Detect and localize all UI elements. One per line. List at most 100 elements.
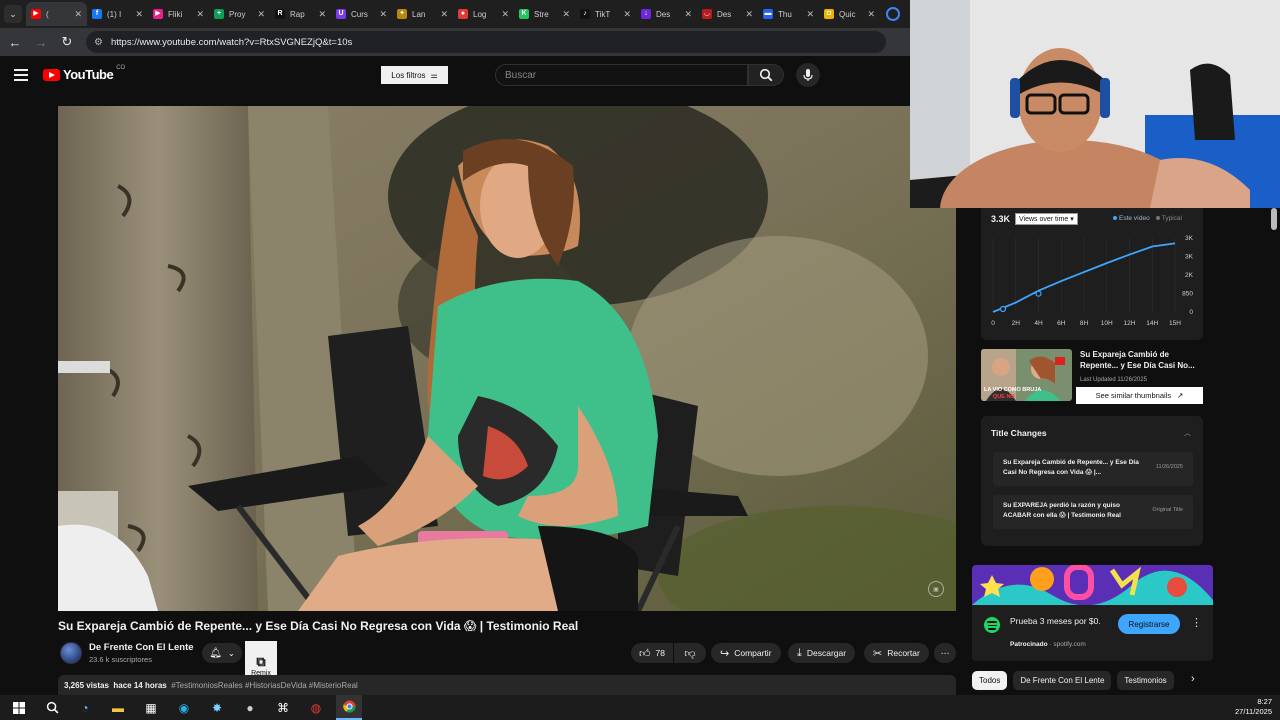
windows-start-icon[interactable] [6, 695, 32, 720]
browser-tab[interactable]: K Stre ✕ [514, 2, 575, 26]
x-tick-label: 15H [1169, 320, 1181, 327]
browser-tab[interactable]: ▶ Fliki ✕ [148, 2, 209, 26]
voice-search-button[interactable] [796, 63, 820, 87]
like-button[interactable]: 👍︎ 78 [631, 643, 673, 663]
browser-tab[interactable]: f (1) I ✕ [87, 2, 148, 26]
similar-thumbnails-button[interactable]: See similar thumbnails ↗ [1076, 387, 1203, 404]
tab-close-icon[interactable]: ✕ [318, 9, 326, 20]
chip-all[interactable]: Todos [972, 670, 1008, 690]
windows-logo [13, 701, 25, 714]
capcut-icon[interactable]: ⌘ [270, 695, 296, 720]
chevron-right-icon[interactable]: › [1191, 673, 1195, 685]
magnifier-icon [46, 701, 58, 714]
channel-name[interactable]: De Frente Con El Lente [89, 642, 194, 653]
chip-channel[interactable]: De Frente Con El Lente [1013, 670, 1112, 690]
youtube-wordmark: YouTube [63, 67, 114, 82]
reload-icon[interactable]: ↻ [60, 34, 74, 50]
description-bar[interactable]: 3,265 vistas hace 14 horas #TestimoniosR… [58, 675, 956, 695]
app-icon[interactable]: ✸ [204, 695, 230, 720]
sidebar-scrollbar[interactable] [1271, 208, 1277, 230]
browser-tab[interactable]: U Curs ✕ [331, 2, 392, 26]
ad-banner-image[interactable] [972, 565, 1213, 605]
tab-close-icon[interactable]: ✕ [745, 9, 753, 20]
site-info-icon[interactable]: ⚙ [94, 37, 103, 48]
ad-register-button[interactable]: Registrarse [1118, 614, 1180, 634]
tab-close-icon[interactable]: ✕ [623, 9, 631, 20]
spotify-ad[interactable]: Prueba 3 meses por $0. Patrocinado · spo… [972, 565, 1213, 661]
thumbnail-text-2: QUE NO [993, 394, 1015, 400]
browser-tab[interactable]: ◡ Des ✕ [697, 2, 758, 26]
tab-close-icon[interactable]: ✕ [806, 9, 814, 20]
x-tick-label: 8H [1080, 320, 1089, 327]
tab-favicon-icon: ▬ [763, 9, 773, 19]
legend-this-label: Este vídeo [1119, 215, 1150, 222]
copilot-icon[interactable]: ◔ [72, 695, 98, 720]
browser-tab[interactable]: ✦ Lan ✕ [392, 2, 453, 26]
tab-close-icon[interactable]: ✕ [379, 9, 387, 20]
menu-icon[interactable] [14, 69, 28, 81]
tab-close-icon[interactable]: ✕ [562, 9, 570, 20]
tab-favicon-icon: ✦ [397, 9, 407, 19]
analytics-mode-select[interactable]: Views over time ▾ [1015, 213, 1078, 225]
video-thumbnail[interactable]: LA VIO COMO BRUJA QUE NO [981, 349, 1072, 401]
search-input[interactable]: Buscar [495, 64, 748, 86]
chrome-icon[interactable] [336, 695, 362, 720]
tab-search-icon[interactable]: ⌄ [4, 5, 22, 23]
video-player[interactable]: ▣ [58, 106, 956, 611]
browser-tab[interactable]: + Proy ✕ [209, 2, 270, 26]
chip-testimonios[interactable]: Testimonios [1117, 670, 1174, 690]
tab-close-icon[interactable]: ✕ [501, 9, 509, 20]
browser-tab[interactable]: ◘ Quic ✕ [819, 2, 880, 26]
more-actions-button[interactable]: ⋯ [934, 643, 956, 663]
youtube-logo[interactable]: YouTube CO [43, 65, 125, 82]
browser-tab[interactable]: ▶ (✕ [26, 2, 87, 26]
browser-tab[interactable]: ↓ Des ✕ [636, 2, 697, 26]
more-vertical-icon[interactable]: ⋮ [1191, 616, 1202, 629]
browser-tab[interactable]: R Rap ✕ [270, 2, 331, 26]
tab-close-icon[interactable]: ✕ [135, 9, 143, 20]
clip-button[interactable]: ✂ Recortar [864, 643, 929, 663]
data-point[interactable] [1035, 290, 1042, 297]
obs-icon[interactable]: ● [237, 695, 263, 720]
url-bar[interactable]: ⚙ https://www.youtube.com/watch?v=RtxSVG… [86, 31, 886, 53]
recorder-icon[interactable]: ◍ [303, 695, 329, 720]
analytics-legend: Este vídeo Typical [1113, 215, 1182, 222]
tab-close-icon[interactable]: ✕ [684, 9, 692, 20]
search-icon [759, 68, 773, 82]
channel-watermark[interactable]: ▣ [928, 581, 944, 597]
chrome-extension-icon[interactable] [886, 7, 900, 21]
data-point[interactable] [999, 305, 1007, 313]
like-count: 78 [655, 648, 665, 658]
hashtags[interactable]: #TestimoniosReales #HistoriasDeVida #Mis… [171, 681, 358, 690]
tab-close-icon[interactable]: ✕ [867, 9, 875, 20]
notifications-button[interactable]: 🔔︎ ⌄ [202, 643, 242, 663]
store-icon[interactable]: ▦ [138, 695, 164, 720]
taskbar-clock[interactable]: 8:27 27/11/2025 [1235, 697, 1272, 717]
chevron-up-icon[interactable]: ︿ [1184, 428, 1191, 438]
remix-button[interactable]: ⧉ Remix [245, 641, 277, 679]
dislike-button[interactable]: 👎︎ [674, 643, 706, 663]
browser-tab[interactable]: ♪ TikT ✕ [575, 2, 636, 26]
tab-title: Proy [229, 9, 246, 19]
sliders-icon: ⚌ [430, 70, 438, 80]
search-button[interactable] [748, 64, 784, 86]
download-button[interactable]: ⤓ Descargar [788, 643, 856, 663]
taskbar-search-icon[interactable] [39, 695, 65, 720]
share-button[interactable]: ↪ Compartir [711, 643, 781, 663]
back-icon[interactable]: ← [8, 35, 22, 50]
tab-close-icon[interactable]: ✕ [74, 9, 82, 20]
forward-icon[interactable]: → [34, 35, 48, 50]
tab-close-icon[interactable]: ✕ [257, 9, 265, 20]
tab-close-icon[interactable]: ✕ [196, 9, 204, 20]
browser-tab[interactable]: ● Log ✕ [453, 2, 514, 26]
channel-avatar[interactable] [60, 642, 82, 664]
file-explorer-icon[interactable]: ▬ [105, 695, 131, 720]
tab-close-icon[interactable]: ✕ [440, 9, 448, 20]
browser-tab[interactable]: ▬ Thu ✕ [758, 2, 819, 26]
clock-time: 8:27 [1257, 697, 1272, 706]
edge-icon[interactable]: ◉ [171, 695, 197, 720]
address-bar-row: ← → ↻ ⚙ https://www.youtube.com/watch?v=… [0, 28, 910, 56]
filters-button[interactable]: Los filtros ⚌ [381, 66, 448, 84]
url-text[interactable]: https://www.youtube.com/watch?v=RtxSVGNE… [111, 37, 352, 48]
view-count: 3,265 vistas [64, 681, 109, 690]
